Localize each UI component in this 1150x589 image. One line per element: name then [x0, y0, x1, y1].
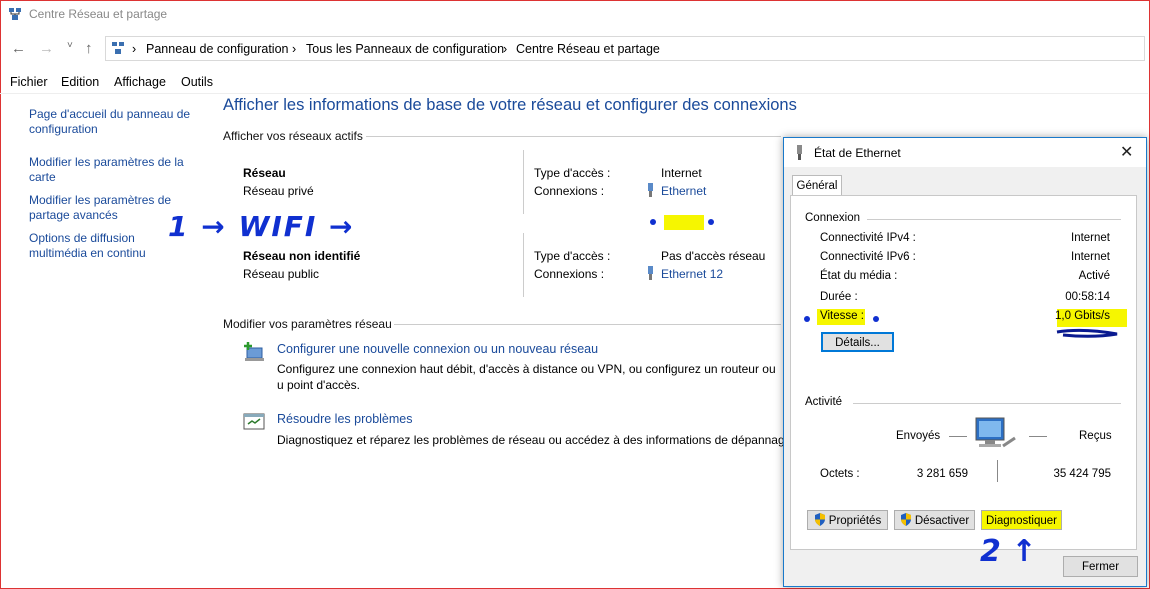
menu-outils[interactable]: Outils	[181, 75, 213, 89]
task-troubleshoot-link[interactable]: Résoudre les problèmes	[277, 412, 413, 426]
media-state-label: État du média :	[820, 270, 898, 282]
duration-label: Durée :	[820, 291, 858, 303]
sent-label: Envoyés	[896, 430, 941, 442]
sidebar-link-sharing[interactable]: Modifier les paramètres de partage avanc…	[29, 193, 179, 223]
task-troubleshoot-desc: Diagnostiquez et réparez les problèmes d…	[277, 433, 795, 447]
section-divider	[394, 324, 781, 325]
annotation-diagnose: 2 ↑	[980, 534, 1037, 569]
activity-group-title: Activité	[805, 396, 843, 408]
section-divider	[366, 136, 781, 137]
breadcrumb-network-center[interactable]: Centre Réseau et partage	[516, 42, 660, 56]
control-panel-icon	[111, 41, 125, 58]
back-arrow-icon[interactable]: ←	[11, 40, 26, 57]
sidebar-link-adapter[interactable]: Modifier les paramètres de la carte	[29, 155, 189, 185]
task-new-connection-desc: Configurez une connexion haut débit, d'a…	[277, 362, 776, 392]
network-app-icon	[8, 7, 22, 21]
ethernet-status-dialog: État de Ethernet ✕ Général Connexion Con…	[783, 137, 1147, 587]
up-arrow-icon[interactable]: ↑	[85, 40, 93, 57]
new-connection-icon	[243, 342, 267, 365]
breadcrumb-control-panel[interactable]: Panneau de configuration	[146, 42, 288, 56]
menu-edition[interactable]: Edition	[61, 75, 99, 89]
network-profile: Réseau privé	[243, 184, 314, 198]
received-label: Reçus	[1079, 430, 1112, 442]
media-state-value: Activé	[1078, 270, 1110, 282]
ipv6-label: Connectivité IPv6 :	[820, 251, 916, 263]
forward-arrow-icon[interactable]: →	[39, 40, 54, 57]
menu-divider	[0, 93, 1148, 94]
annotation-dot	[650, 219, 656, 225]
network-divider	[523, 150, 524, 214]
highlight-mark	[664, 215, 704, 230]
network-name: Réseau	[243, 166, 286, 180]
shield-icon	[900, 513, 911, 526]
bytes-sent-value: 3 281 659	[916, 468, 968, 480]
activity-line	[1029, 436, 1047, 437]
address-bar[interactable]: › Panneau de configuration › Tous les Pa…	[105, 36, 1145, 61]
ethernet-plug-icon	[795, 145, 804, 163]
connection-group-title: Connexion	[805, 212, 860, 224]
recent-chevron-down-icon[interactable]: ˅	[67, 40, 73, 51]
network-computers-icon	[973, 416, 1019, 459]
speed-label: Vitesse :	[820, 310, 864, 322]
ipv6-value: Internet	[1071, 251, 1110, 263]
crumb-separator-icon: ›	[292, 42, 297, 56]
network-divider	[523, 233, 524, 297]
crumb-separator-icon: ›	[132, 42, 137, 56]
access-type-value: Internet	[661, 166, 702, 180]
annotation-dot	[708, 219, 714, 225]
disable-label: Désactiver	[914, 515, 970, 527]
sidebar-link-streaming[interactable]: Options de diffusion multimédia en conti…	[29, 231, 159, 261]
dialog-tab-panel: Connexion Connectivité IPv4 : Internet C…	[790, 195, 1137, 550]
duration-value: 00:58:14	[1065, 291, 1110, 303]
window-title: Centre Réseau et partage	[29, 7, 168, 21]
annotation-wifi: 1 → WIFI →	[168, 210, 355, 243]
troubleshoot-icon	[243, 412, 267, 435]
ethernet-plug-icon	[646, 266, 655, 283]
annotation-dot	[873, 316, 879, 322]
ipv4-label: Connectivité IPv4 :	[820, 232, 916, 244]
task-new-connection-link[interactable]: Configurer une nouvelle connexion ou un …	[277, 342, 598, 356]
sidebar-link-home[interactable]: Page d'accueil du panneau de configurati…	[29, 107, 199, 137]
group-divider	[867, 219, 1121, 220]
menu-affichage[interactable]: Affichage	[114, 75, 166, 89]
disable-button[interactable]: Désactiver	[894, 510, 975, 530]
ipv4-value: Internet	[1071, 232, 1110, 244]
annotation-underline	[1056, 328, 1118, 338]
shield-icon	[814, 513, 825, 526]
details-button[interactable]: Détails...	[821, 332, 894, 352]
connection-ethernet12-link[interactable]: Ethernet 12	[661, 267, 723, 281]
network-profile: Réseau public	[243, 267, 320, 281]
bytes-received-value: 35 424 795	[1053, 468, 1111, 480]
connections-label: Connexions :	[534, 184, 605, 198]
properties-button[interactable]: Propriétés	[807, 510, 888, 530]
page-title: Afficher les informations de base de vot…	[223, 96, 797, 114]
tab-general[interactable]: Général	[792, 175, 842, 196]
connection-ethernet-link[interactable]: Ethernet	[661, 184, 706, 198]
breadcrumb-all-panels[interactable]: Tous les Panneaux de configuration	[306, 42, 504, 56]
diagnose-label: Diagnostiquer	[986, 515, 1057, 527]
properties-label: Propriétés	[828, 515, 882, 527]
dialog-titlebar: État de Ethernet ✕	[784, 138, 1146, 167]
access-type-label: Type d'accès :	[534, 249, 611, 263]
access-type-value: Pas d'accès réseau	[661, 249, 766, 263]
diagnose-button[interactable]: Diagnostiquer	[981, 510, 1062, 530]
ethernet-plug-icon	[646, 183, 655, 200]
close-icon[interactable]: ✕	[1120, 142, 1133, 162]
close-button[interactable]: Fermer	[1063, 556, 1138, 577]
menu-fichier[interactable]: Fichier	[10, 75, 48, 89]
group-divider	[853, 403, 1121, 404]
access-type-label: Type d'accès :	[534, 166, 611, 180]
speed-value: 1,0 Gbits/s	[1055, 310, 1110, 322]
connections-label: Connexions :	[534, 267, 605, 281]
network-name: Réseau non identifié	[243, 249, 361, 263]
modify-settings-title: Modifier vos paramètres réseau	[223, 317, 392, 331]
annotation-dot	[804, 316, 810, 322]
active-networks-title: Afficher vos réseaux actifs	[223, 129, 363, 143]
crumb-separator-icon: ›	[503, 42, 508, 56]
dialog-title: État de Ethernet	[814, 146, 901, 160]
activity-line	[949, 436, 967, 437]
